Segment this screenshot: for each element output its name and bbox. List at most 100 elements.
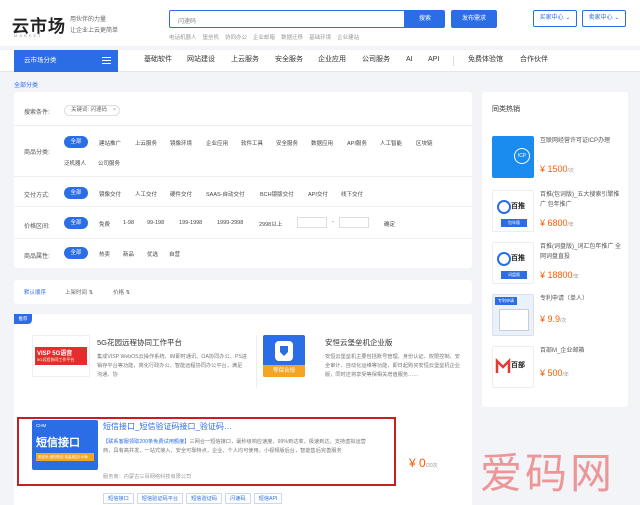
nav-item-free-trial[interactable]: 免费体验馆 <box>468 50 503 72</box>
vendor-name[interactable]: 服务商：内蒙古三百网络科技有限公司 <box>103 473 191 480</box>
buyer-center-dropdown[interactable]: 买家中心 ⌄ <box>533 10 577 27</box>
sidebar-item[interactable]: 百推 包年版 百推(包词版)_五大搜索引擎推广 包年推广 ¥ 6800/年 <box>492 190 622 236</box>
hot-keyword[interactable]: 基础环境 <box>309 35 331 41</box>
category-filter-label: 商品分类: <box>24 150 50 156</box>
product-thumbnail[interactable]: 等保合规 <box>263 335 305 377</box>
category-option[interactable]: 公司服务 <box>98 159 120 167</box>
product-title[interactable]: 短信接口_短信验证码接口_验证码… <box>103 421 232 432</box>
top-header: 云市场 MARKET 用伙伴的力量 让企业上云更简单 闪速码 搜索 发布需求 电… <box>0 0 640 46</box>
delivery-option[interactable]: 人工交付 <box>135 190 157 198</box>
thumbnail-text: VISP 5G语音 <box>37 351 73 357</box>
search-input[interactable]: 闪速码 <box>169 10 405 28</box>
hot-keyword[interactable]: 企业建站 <box>337 35 359 41</box>
price-option[interactable]: 199-1998 <box>179 220 202 226</box>
close-icon[interactable]: × <box>113 106 116 115</box>
publish-demand-button[interactable]: 发布需求 <box>451 10 497 28</box>
hot-sales-sidebar: 同类热销 ICP 互联网经营许可证ICP办理 ¥ 1500/次 百推 包年版 百… <box>482 92 628 407</box>
product-title[interactable]: 5G花园远程协同工作平台 <box>97 337 182 348</box>
nav-item-api[interactable]: API <box>428 50 439 72</box>
price-all-option[interactable]: 全部 <box>64 217 88 229</box>
delivery-all-option[interactable]: 全部 <box>64 187 88 199</box>
search-button[interactable]: 搜索 <box>405 10 445 28</box>
category-option[interactable]: 人工智能 <box>380 139 402 147</box>
nav-item-company-service[interactable]: 公司服务 <box>362 50 390 72</box>
delivery-option[interactable]: BCH镜版交付 <box>260 190 294 198</box>
category-option[interactable]: 数据应用 <box>311 139 333 147</box>
sidebar-item[interactable]: 百推 词盘版 百推(词盘版)_词汇包年推广 全网词盘直投 ¥ 18800/年 <box>492 242 622 288</box>
product-tag[interactable]: 闪速码 <box>225 493 251 504</box>
thumbnail-text: 百推 <box>511 255 525 262</box>
sidebar-item[interactable]: 百部 百部M_企业邮箱 ¥ 500/年 <box>492 346 622 392</box>
attribute-all-option[interactable]: 全部 <box>64 247 88 259</box>
attribute-option[interactable]: 新品 <box>123 250 134 258</box>
divider <box>14 206 472 207</box>
nav-item-enterprise-app[interactable]: 企业应用 <box>318 50 346 72</box>
delivery-filter-label: 交付方式: <box>24 193 50 199</box>
category-all-option[interactable]: 全部 <box>64 136 88 148</box>
category-option[interactable]: API服务 <box>347 139 367 147</box>
hot-keyword[interactable]: 数据迁移 <box>281 35 303 41</box>
divider <box>14 176 472 177</box>
category-menu-button[interactable]: 云市场分类 <box>14 50 118 72</box>
product-thumbnail: 百推 包年版 <box>492 190 534 232</box>
nav-item-security[interactable]: 安全服务 <box>275 50 303 72</box>
hot-keyword[interactable]: 电话机器人 <box>169 35 197 41</box>
price-max-input[interactable] <box>339 217 369 228</box>
attribute-option[interactable]: 自营 <box>169 250 180 258</box>
price-option[interactable]: 99-198 <box>147 220 164 226</box>
delivery-option[interactable]: SAAS-自动交付 <box>206 190 245 198</box>
sort-by-time[interactable]: 上架时间 ⇅ <box>65 288 93 296</box>
seller-center-dropdown[interactable]: 卖家中心 ⌄ <box>582 10 626 27</box>
price-option[interactable]: 1999-2998 <box>217 220 243 226</box>
category-option[interactable]: 安全服务 <box>276 139 298 147</box>
delivery-option[interactable]: 线下交付 <box>341 190 363 198</box>
hot-keyword[interactable]: 企业邮箱 <box>253 35 275 41</box>
category-option[interactable]: 区块链 <box>416 139 433 147</box>
product-tag[interactable]: 短信验证码 <box>186 493 223 504</box>
sort-by-price[interactable]: 价格 ⇅ <box>113 288 130 296</box>
product-thumbnail[interactable]: CHM 短信接口 验证码·通知短信 批量推送100条 <box>32 420 98 470</box>
price-filter-label: 价格区间: <box>24 224 50 230</box>
recommend-badge: 推荐 <box>14 314 32 324</box>
breadcrumb[interactable]: 全部分类 <box>14 80 38 89</box>
buyer-center-label: 买家中心 <box>539 15 564 21</box>
attribute-option[interactable]: 热卖 <box>99 250 110 258</box>
sort-default[interactable]: 默认顺序 <box>24 288 46 296</box>
price-unit: /年 <box>572 274 579 280</box>
hot-keyword[interactable]: 堡垒机 <box>203 35 220 41</box>
hot-keyword[interactable]: 协同办公 <box>225 35 247 41</box>
price-min-input[interactable] <box>297 217 327 228</box>
card-divider <box>256 336 257 388</box>
seller-center-label: 卖家中心 <box>588 15 613 21</box>
sidebar-item[interactable]: 专利申请 专利申请（单人） ¥ 9.9/次 <box>492 294 622 340</box>
price-unit: /20次 <box>425 463 438 469</box>
nav-item-cloud-service[interactable]: 上云服务 <box>231 50 259 72</box>
delivery-option[interactable]: 镜像交付 <box>99 190 121 198</box>
category-option[interactable]: 镜像环境 <box>170 139 192 147</box>
delivery-option[interactable]: 硬件交付 <box>170 190 192 198</box>
price-option[interactable]: 1-98 <box>123 220 134 226</box>
category-option[interactable]: 上云服务 <box>135 139 157 147</box>
keyword-tag[interactable]: 关键词: 闪速码 × <box>64 105 121 116</box>
price-confirm-button[interactable]: 确定 <box>384 220 395 228</box>
sidebar-item[interactable]: ICP 互联网经营许可证ICP办理 ¥ 1500/次 <box>492 136 622 182</box>
category-option[interactable]: 企业应用 <box>206 139 228 147</box>
category-option[interactable]: 泛机器人 <box>64 159 86 167</box>
category-option[interactable]: 建站推广 <box>99 139 121 147</box>
category-option[interactable]: 软件工具 <box>241 139 263 147</box>
nav-item-basic-software[interactable]: 基础软件 <box>144 50 172 72</box>
delivery-option[interactable]: API交付 <box>308 190 328 198</box>
product-price: ¥ 0/20次 <box>409 456 438 470</box>
product-tag[interactable]: 短信接口 <box>103 493 134 504</box>
nav-item-website[interactable]: 网站建设 <box>187 50 215 72</box>
nav-item-ai[interactable]: AI <box>406 50 413 72</box>
attribute-option[interactable]: 优选 <box>147 250 158 258</box>
product-title[interactable]: 安恒云堡垒机企业版 <box>325 337 393 348</box>
nav-item-partners[interactable]: 合作伙伴 <box>520 50 548 72</box>
price-option[interactable]: 2998以上 <box>259 220 282 228</box>
product-thumbnail[interactable]: VISP 5G语音 5G远程协同工作平台 <box>32 335 90 377</box>
product-tag[interactable]: 短信API <box>253 493 283 504</box>
product-thumbnail: 百推 词盘版 <box>492 242 534 284</box>
product-tag[interactable]: 短信验证码平台 <box>136 493 184 504</box>
price-option[interactable]: 免费 <box>99 220 110 228</box>
